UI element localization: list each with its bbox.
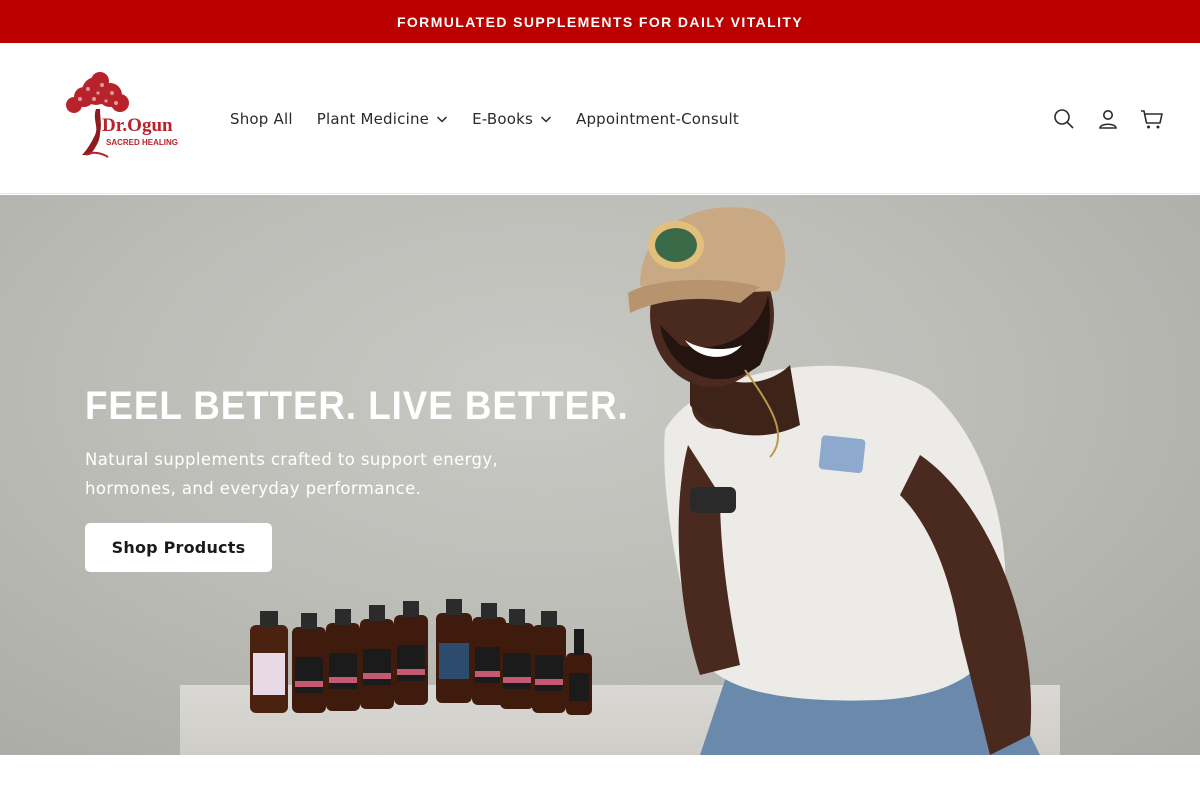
hero-title: FEEL BETTER. LIVE BETTER. <box>85 384 629 428</box>
announcement-text: FORMULATED SUPPLEMENTS FOR DAILY VITALIT… <box>396 13 804 30</box>
hero-copy: FEEL BETTER. LIVE BETTER. Natural supple… <box>85 383 629 572</box>
account-icon[interactable] <box>1096 107 1120 131</box>
header-icons <box>1032 43 1164 194</box>
chevron-down-icon <box>540 113 552 125</box>
shop-products-button[interactable]: Shop Products <box>85 523 272 572</box>
model-figure <box>628 207 1040 755</box>
nav-label: E-Books <box>472 109 533 128</box>
nav-shop-all[interactable]: Shop All <box>230 110 293 128</box>
nav-label: Appointment-Consult <box>575 109 739 128</box>
nav-appointment-consult[interactable]: Appointment-Consult <box>576 110 739 128</box>
chevron-down-icon <box>436 113 448 125</box>
brand-logo[interactable]: Dr.Ogun SACRED HEALING <box>56 71 186 161</box>
cart-icon[interactable] <box>1140 107 1164 131</box>
announcement-bar: FORMULATED SUPPLEMENTS FOR DAILY VITALIT… <box>0 0 1200 43</box>
nav-plant-medicine[interactable]: Plant Medicine <box>317 110 448 128</box>
product-bottles <box>250 599 592 715</box>
nav-e-books[interactable]: E-Books <box>472 110 552 128</box>
nav-label: Plant Medicine <box>316 109 430 128</box>
hero-subtitle: Natural supplements crafted to support e… <box>85 450 499 498</box>
nav-label: Shop All <box>230 109 293 128</box>
logo-tree-icon: Dr.Ogun SACRED HEALING <box>66 72 178 158</box>
hero-banner: FEEL BETTER. LIVE BETTER. Natural supple… <box>0 195 1200 755</box>
main-nav: Shop All Plant Medicine E-Books Appointm… <box>230 43 763 194</box>
search-icon[interactable] <box>1052 107 1076 131</box>
svg-text:SACRED HEALING: SACRED HEALING <box>106 138 178 147</box>
site-header: Dr.Ogun SACRED HEALING Shop All Plant Me… <box>0 43 1200 194</box>
svg-text:Dr.Ogun: Dr.Ogun <box>102 115 173 136</box>
